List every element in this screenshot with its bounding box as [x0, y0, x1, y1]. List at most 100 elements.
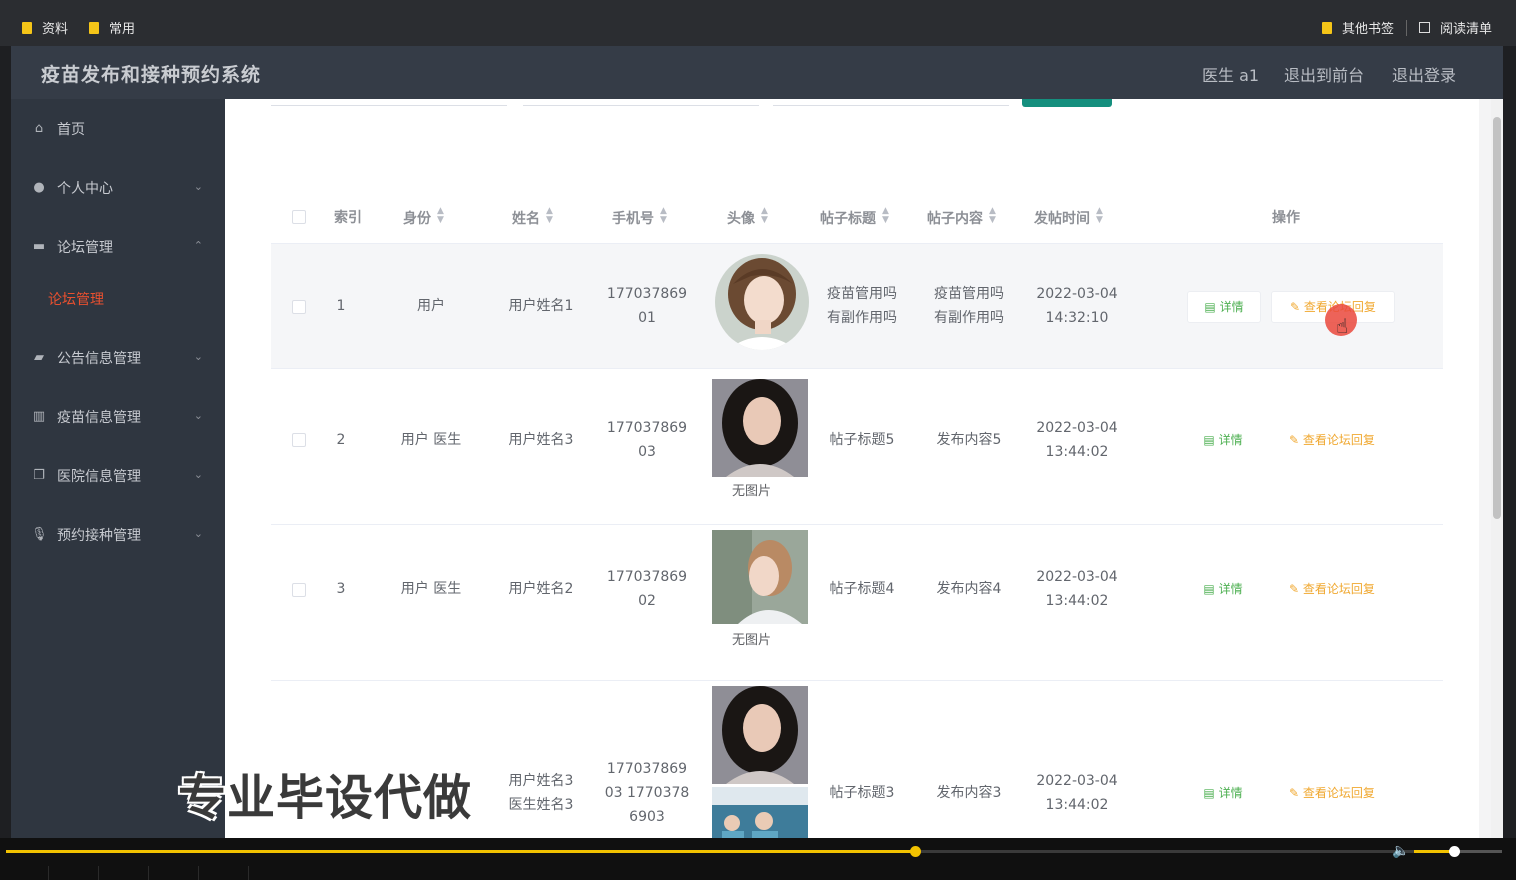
reading-list-button[interactable]: 阅读清单 [1419, 18, 1492, 37]
view-reply-button[interactable]: ✎ 查看论坛回复 [1271, 778, 1393, 808]
search-button[interactable] [1022, 99, 1112, 107]
sort-icon[interactable]: ▲ ▼ [437, 207, 444, 225]
sidebar-item-home[interactable]: ⌂ 首页 [11, 109, 225, 149]
detail-button[interactable]: ▤ 详情 [1187, 425, 1259, 455]
view-reply-button[interactable]: ✎ 查看论坛回复 [1271, 574, 1393, 604]
column-label: 手机号 [612, 211, 654, 227]
bookmark-label: 其他书签 [1342, 22, 1395, 37]
vertical-scrollbar[interactable] [1491, 99, 1503, 838]
search-input-name[interactable] [773, 99, 1009, 106]
sort-icon[interactable]: ▲ ▼ [761, 207, 768, 225]
player-control-slot[interactable] [0, 866, 49, 880]
detail-button[interactable]: ▤ 详情 [1187, 778, 1259, 808]
bookmark-other[interactable]: 其他书签 [1322, 18, 1394, 37]
table-row[interactable]: 1 用户 用户姓名1 177037869 01 疫苗管用吗 有副作用吗 疫苗管用… [271, 244, 1443, 369]
column-label: 索引 [334, 210, 362, 226]
sort-icon[interactable]: ▲ ▼ [989, 207, 996, 225]
copy-icon: ❐ [33, 468, 45, 483]
view-reply-button[interactable]: ✎ 查看论坛回复 [1271, 425, 1393, 455]
exit-to-front-link[interactable]: 退出到前台 [1284, 62, 1364, 86]
volume-handle[interactable] [1449, 846, 1460, 857]
avatar-photo [712, 686, 808, 784]
sidebar-item-forum[interactable]: ▬ 论坛管理 ⌃ [11, 227, 225, 267]
cell-post-content: 发布内容3 [936, 785, 1002, 801]
sidebar-item-vaccine[interactable]: ▥ 疫苗信息管理 ⌄ [11, 397, 225, 437]
sidebar-item-label: 公告信息管理 [57, 351, 141, 367]
sidebar-item-appointment[interactable]: 🎙 预约接种管理 ⌄ [11, 515, 225, 555]
column-role[interactable]: 身份 ▲ ▼ [403, 207, 444, 228]
bookmarks-bar: 资料 常用 其他书签 阅读清单 [0, 12, 1516, 42]
cell-post-time: 2022-03-04 13:44:02 [1036, 420, 1118, 460]
player-control-slot[interactable] [200, 866, 249, 880]
sidebar-item-label: 医院信息管理 [57, 469, 141, 485]
player-controls-row [0, 866, 1516, 880]
bookmark-label: 阅读清单 [1440, 22, 1493, 37]
sidebar-item-personal-center[interactable]: ● 个人中心 ⌄ [11, 168, 225, 208]
ticket-icon: ▰ [34, 350, 44, 365]
player-control-slot[interactable] [100, 866, 149, 880]
sidebar-item-hospital[interactable]: ❐ 医院信息管理 ⌄ [11, 456, 225, 496]
column-actions: 操作 [1272, 207, 1300, 227]
column-post-time[interactable]: 发帖时间 ▲ ▼ [1034, 207, 1103, 228]
cell-phone: 177037869 03 1770378 6903 [604, 761, 690, 825]
column-phone[interactable]: 手机号 ▲ ▼ [612, 207, 667, 228]
column-name[interactable]: 姓名 ▲ ▼ [512, 207, 553, 228]
chevron-down-icon: ⌄ [193, 180, 203, 193]
no-image-label: 无图片 [732, 484, 772, 499]
search-input-content[interactable] [523, 99, 759, 106]
column-index[interactable]: 索引 [334, 207, 362, 227]
folder-icon [1322, 21, 1332, 34]
cell-post-content: 发布内容4 [936, 581, 1002, 597]
current-user[interactable]: 医生 a1 [1202, 62, 1259, 86]
logout-link[interactable]: 退出登录 [1392, 62, 1456, 86]
column-post-title[interactable]: 帖子标题 ▲ ▼ [820, 207, 889, 228]
detail-button[interactable]: ▤ 详情 [1187, 291, 1261, 323]
cell-role: 用户 医生 [400, 581, 462, 597]
row-checkbox[interactable] [292, 300, 306, 314]
cell-post-time: 2022-03-04 13:44:02 [1036, 569, 1118, 609]
reply-label: 查看论坛回复 [1302, 582, 1375, 596]
progress-fill [6, 850, 915, 853]
progress-handle[interactable] [910, 846, 921, 857]
cell-index: 1 [336, 298, 346, 314]
cell-post-time: 2022-03-04 13:44:02 [1036, 773, 1118, 813]
column-label: 头像 [727, 211, 755, 227]
app-window: 疫苗发布和接种预约系统 医生 a1 退出到前台 退出登录 ⌂ 首页 ● 个人中心… [11, 46, 1503, 838]
avatar-photo [712, 379, 808, 477]
column-post-content[interactable]: 帖子内容 ▲ ▼ [927, 207, 996, 228]
volume-icon[interactable]: 🔈 [1392, 843, 1409, 859]
table-row[interactable]: 3 用户 医生 用户姓名2 177037869 02 无图片 帖子标题4 发布内… [271, 525, 1443, 681]
avatar [712, 686, 808, 784]
table-row[interactable]: 2 用户 医生 用户姓名3 177037869 03 无图片 帖子标题5 发布内… [271, 369, 1443, 525]
sidebar: ⌂ 首页 ● 个人中心 ⌄ ▬ 论坛管理 ⌃ 论坛管理 ▰ 公告信息管理 ⌄ ▥… [11, 99, 225, 838]
sort-icon[interactable]: ▲ ▼ [1096, 207, 1103, 225]
row-checkbox[interactable] [292, 583, 306, 597]
scrollbar-thumb[interactable] [1493, 117, 1501, 519]
cell-name: 用户姓名3 医生姓名3 [508, 773, 574, 813]
avatar-illustration [715, 254, 809, 350]
bookmark-label: 资料 [42, 22, 69, 37]
select-all-checkbox[interactable] [292, 210, 306, 224]
cell-post-title: 帖子标题5 [829, 432, 895, 448]
cell-role: 用户 [417, 298, 445, 314]
bookmark-folder-ziliao[interactable]: 资料 [22, 18, 68, 37]
sidebar-item-notice[interactable]: ▰ 公告信息管理 ⌄ [11, 338, 225, 378]
player-control-slot[interactable] [50, 866, 99, 880]
column-avatar[interactable]: 头像 ▲ ▼ [727, 207, 768, 228]
avatar [712, 530, 808, 624]
sidebar-item-label: 首页 [57, 122, 85, 138]
cell-name: 用户姓名3 [508, 432, 574, 448]
sort-icon[interactable]: ▲ ▼ [660, 207, 667, 225]
sort-icon[interactable]: ▲ ▼ [546, 207, 553, 225]
sort-icon[interactable]: ▲ ▼ [882, 207, 889, 225]
bookmark-folder-changyong[interactable]: 常用 [89, 18, 135, 37]
table-header: 索引 身份 ▲ ▼ 姓名 ▲ ▼ 手机号 ▲ ▼ 头像 ▲ ▼ 帖子标题 ▲ ▼ 帖子内容 ▲ ▼ 发帖… [271, 191, 1443, 244]
avatar [712, 379, 808, 477]
home-icon: ⌂ [34, 121, 44, 136]
row-checkbox[interactable] [292, 433, 306, 447]
search-input-title[interactable] [271, 99, 507, 106]
sidebar-subitem-forum-manage[interactable]: 论坛管理 [48, 289, 104, 309]
detail-button[interactable]: ▤ 详情 [1187, 574, 1259, 604]
sidebar-item-label: 个人中心 [57, 181, 113, 197]
player-control-slot[interactable] [150, 866, 199, 880]
